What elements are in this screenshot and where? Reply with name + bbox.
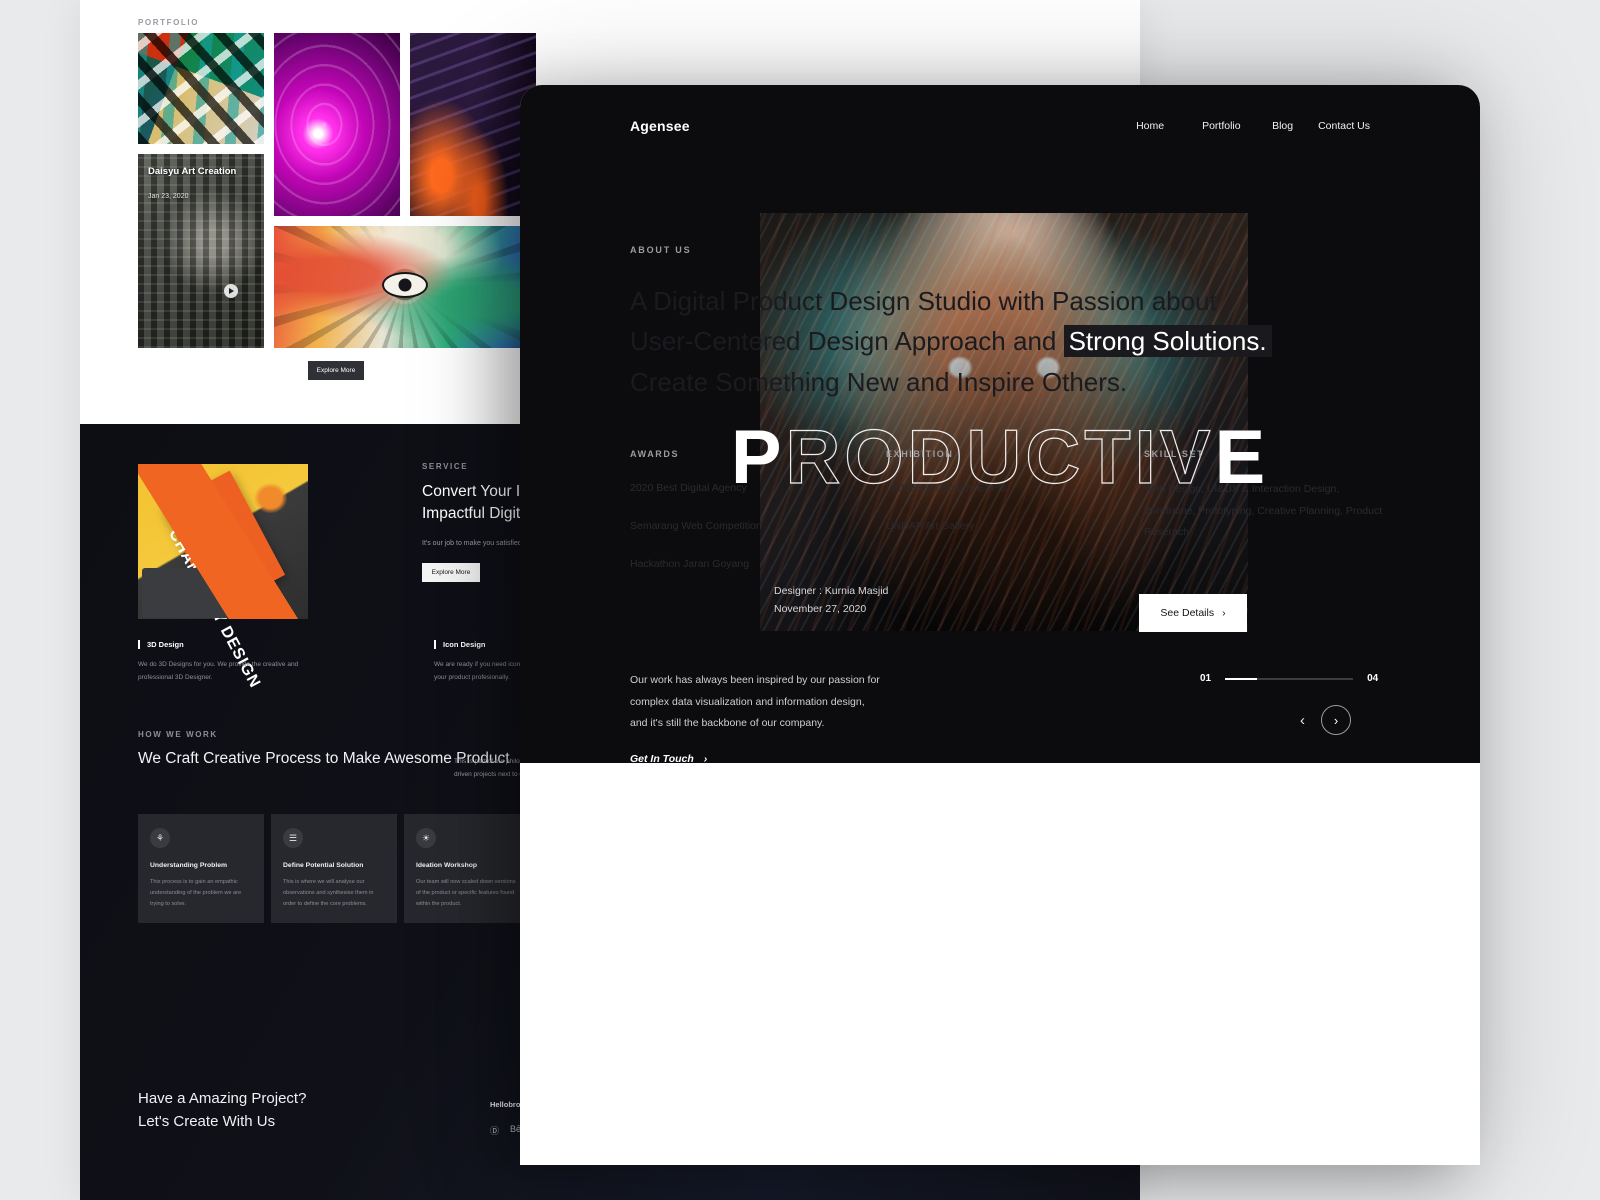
- accent-bar-icon: [434, 640, 436, 649]
- nav-item-portfolio[interactable]: Portfolio: [1202, 120, 1272, 132]
- foreground-browser-window: Agensee Home Portfolio Blog Contact Us P…: [520, 85, 1480, 1165]
- list-item: Hackathon Jaran Goyang: [630, 557, 750, 570]
- service-card-body: We do 3D Designs for you. We provide the…: [138, 661, 299, 681]
- slider-progress-fill: [1225, 677, 1258, 680]
- slider-progress-track[interactable]: [1225, 677, 1354, 680]
- chevron-right-icon: ›: [1222, 607, 1226, 619]
- service-explore-more-button[interactable]: Explore More: [422, 563, 480, 583]
- list-item: Semarang Web Competition: [630, 519, 762, 532]
- about-eyebrow: ABOUT US: [630, 245, 692, 255]
- list-item: UNNESIA Campus EXPO: [886, 482, 1007, 494]
- see-details-button[interactable]: See Details ›: [1139, 594, 1247, 632]
- service-card: 3D Design We do 3D Designs for you. We p…: [138, 640, 314, 684]
- skill-set-body: Web Design, UI&UX & Interaction Design, …: [1144, 483, 1383, 539]
- process-card-title: Ideation Workshop: [416, 862, 478, 869]
- hero-date: November 27, 2020: [774, 603, 867, 616]
- awards-list: 2020 Best Digital Agency Semarang Web Co…: [630, 481, 886, 572]
- service-card-title: 3D Design: [147, 640, 184, 649]
- portfolio-tile-title: Daisyu Art Creation: [148, 166, 237, 177]
- slider-total-count: 04: [1367, 673, 1379, 684]
- get-in-touch-label: Get In Touch: [630, 753, 694, 765]
- dribbble-icon[interactable]: Ⓓ: [490, 1124, 499, 1137]
- process-card-body: This process is to gain an empathic unde…: [150, 879, 242, 908]
- portfolio-tile-collage-eye[interactable]: [274, 226, 536, 348]
- process-card-title: Define Potential Solution: [283, 862, 364, 869]
- exhibition-heading: EXHIBITION: [886, 449, 954, 459]
- accent-bar-icon: [138, 640, 140, 649]
- process-card-body: Our team will now scaled down versions o…: [416, 879, 516, 908]
- grid-blocks-icon: ☰: [283, 828, 303, 848]
- list-item: 2020 Best Digital Agency: [630, 482, 747, 494]
- process-card: ☰ Define Potential Solution This is wher…: [271, 814, 397, 923]
- about-line-3: Create Something New and Inspire Others.: [630, 366, 1128, 397]
- people-network-icon: ⚘: [150, 828, 170, 848]
- about-heading: A Digital Product Design Studio with Pas…: [630, 281, 1390, 402]
- service-card-title: Icon Design: [443, 640, 486, 649]
- skill-set-heading: SKILL SET: [1144, 449, 1205, 459]
- portfolio-tile-magenta-fluid[interactable]: [274, 33, 400, 216]
- about-highlight: Strong Solutions.: [1063, 325, 1272, 358]
- nav-item-home[interactable]: Home: [1136, 120, 1202, 132]
- process-card-title: Understanding Problem: [150, 862, 228, 869]
- intro-line-1: Our work has always been inspired by our…: [630, 674, 880, 686]
- hero-meta: Designer : Kurnia Masjid November 27, 20…: [774, 582, 888, 619]
- nav-links: Home Portfolio Blog Contact Us: [1136, 120, 1370, 132]
- about-line-1: A Digital Product Design Studio with Pas…: [630, 286, 1217, 316]
- play-icon[interactable]: [224, 284, 238, 298]
- slider-progress: 01 04: [1200, 673, 1378, 684]
- nav-item-blog[interactable]: Blog: [1272, 120, 1318, 132]
- exhibition-list: UNNESIA Campus EXPO UNDAP Art Gallery: [886, 481, 1144, 535]
- site-navbar: Agensee Home Portfolio Blog Contact Us: [520, 85, 1480, 167]
- service-tablet-graphic: [142, 568, 234, 618]
- portfolio-explore-more-button[interactable]: Explore More: [308, 361, 364, 380]
- portfolio-tile-purple-marble[interactable]: [410, 33, 536, 216]
- about-light-panel: [520, 763, 1480, 1165]
- slider-current-index: 01: [1200, 673, 1212, 684]
- hero-intro-paragraph: Our work has always been inspired by our…: [630, 670, 880, 735]
- slider-next-icon[interactable]: ›: [1321, 705, 1351, 735]
- list-item: UNDAP Art Gallery: [886, 519, 975, 532]
- screenshot-stage: PORTFOLIO Daisyu Art Creation Jan 23, 20…: [0, 0, 1600, 1200]
- hero-designer: Designer : Kurnia Masjid: [774, 585, 889, 597]
- process-card-body: This is where we will analyse our observ…: [283, 879, 374, 908]
- nav-item-contact-us[interactable]: Contact Us: [1318, 120, 1370, 132]
- process-card: ⚘ Understanding Problem This process is …: [138, 814, 264, 923]
- intro-line-3: and it's still the backbone of our compa…: [630, 717, 825, 730]
- intro-line-2: complex data visualization and informati…: [630, 695, 865, 708]
- brand-logo[interactable]: Agensee: [630, 118, 690, 134]
- about-columns: AWARDS 2020 Best Digital Agency Semarang…: [630, 449, 1390, 572]
- about-section: ABOUT US A Digital Product Design Studio…: [630, 245, 1390, 402]
- portfolio-tile-geometric[interactable]: [138, 33, 264, 144]
- skill-set-column: SKILL SET Web Design, UI&UX & Interactio…: [1144, 449, 1390, 572]
- awards-column: AWARDS 2020 Best Digital Agency Semarang…: [630, 449, 886, 572]
- portfolio-eyebrow: PORTFOLIO: [138, 18, 200, 27]
- get-in-touch-link[interactable]: Get In Touch ›: [630, 753, 707, 765]
- slider-prev-icon[interactable]: ‹: [1300, 712, 1305, 729]
- see-details-label: See Details: [1160, 607, 1215, 619]
- lightbulb-spark-icon: ☀: [416, 828, 436, 848]
- exhibition-column: EXHIBITION UNNESIA Campus EXPO UNDAP Art…: [886, 449, 1144, 572]
- portfolio-tile-featured[interactable]: Daisyu Art Creation Jan 23, 2020: [138, 154, 264, 348]
- portfolio-tile-date: Jan 23, 2020: [148, 193, 189, 200]
- service-image: CHANGE BY DESIGN: [138, 464, 308, 691]
- process-card: ☀ Ideation Workshop Our team will now sc…: [404, 814, 530, 923]
- service-book-graphic: CHANGE BY DESIGN: [160, 470, 286, 691]
- slider-arrows: ‹ ›: [1300, 705, 1351, 735]
- about-line-2-prefix: User-Centered Design Approach and: [630, 326, 1064, 357]
- portfolio-tile-caption: Daisyu Art Creation Jan 23, 2020: [148, 166, 236, 200]
- chevron-right-icon: ›: [703, 753, 708, 765]
- awards-heading: AWARDS: [630, 449, 680, 459]
- eye-illustration-icon: [382, 271, 428, 298]
